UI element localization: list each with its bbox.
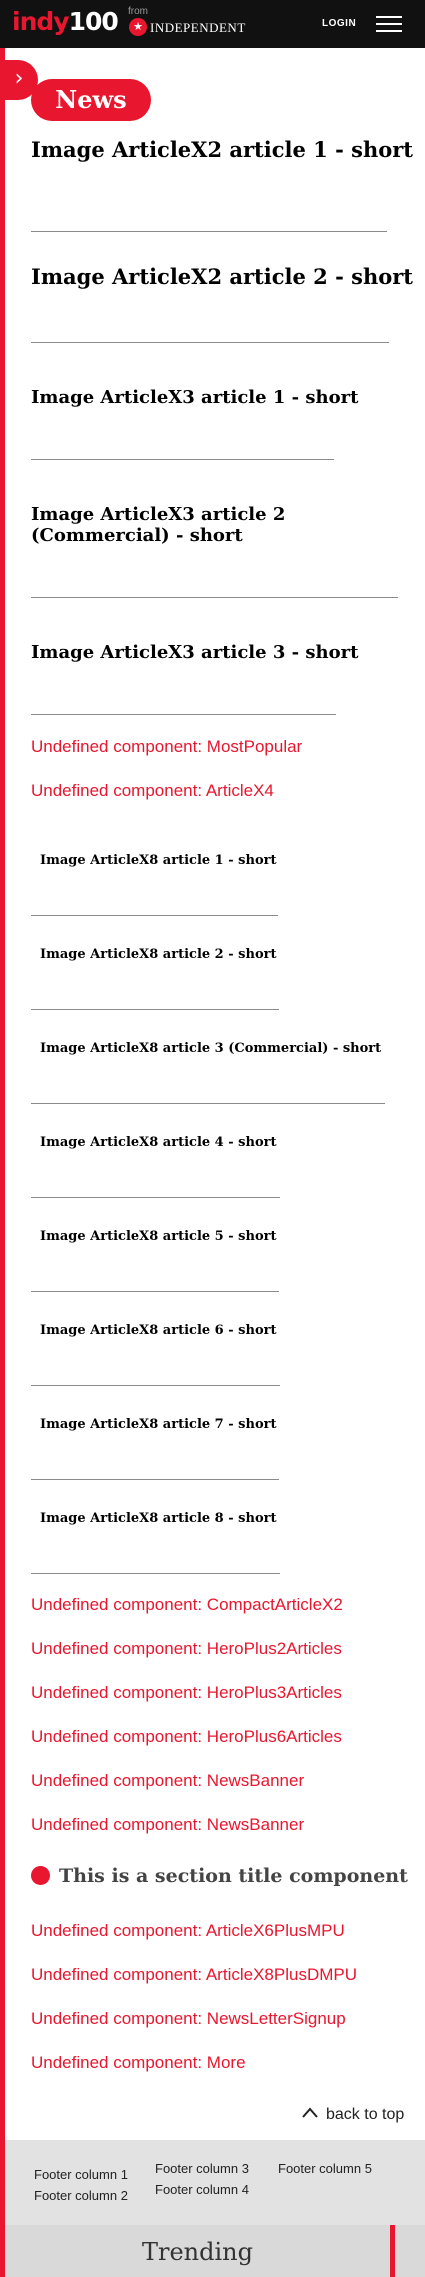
undefined-component-message: Undefined component: MostPopular: [31, 737, 303, 756]
article-title[interactable]: Image ArticleX3 article 2 (Commercial) -…: [31, 504, 331, 546]
divider: [31, 231, 387, 232]
undefined-component-message: Undefined component: HeroPlus3Articles: [31, 1683, 342, 1702]
section-title-dot-icon: [31, 1866, 50, 1885]
login-link[interactable]: LOGIN: [322, 18, 356, 30]
logo-number: 100: [68, 7, 119, 36]
article-title[interactable]: Image ArticleX3 article 1 - short: [31, 387, 358, 408]
footer-column-link[interactable]: Footer column 1: [34, 2167, 128, 2183]
divider: [31, 915, 278, 916]
divider: [31, 597, 398, 598]
footer-column-link[interactable]: Footer column 3: [155, 2161, 249, 2177]
article-title[interactable]: Image ArticleX8 article 5 - short: [40, 1229, 276, 1245]
article-title[interactable]: Image ArticleX2 article 2 - short: [31, 265, 413, 289]
article-title[interactable]: Image ArticleX8 article 1 - short: [40, 853, 276, 869]
article-title[interactable]: Image ArticleX8 article 6 - short: [40, 1323, 276, 1339]
undefined-component-message: Undefined component: NewsBanner: [31, 1815, 305, 1834]
left-accent-rail: [0, 48, 5, 2277]
section-title: This is a section title component: [59, 1865, 408, 1887]
article-title[interactable]: Image ArticleX8 article 7 - short: [40, 1417, 276, 1433]
hamburger-menu-icon[interactable]: [376, 15, 402, 33]
trending-label: Trending: [142, 2238, 253, 2266]
divider: [31, 1573, 280, 1574]
back-to-top-label: back to top: [326, 2106, 405, 2123]
chevron-right-icon: ›: [14, 66, 24, 91]
from-label: from: [128, 6, 148, 17]
independent-brand[interactable]: INDEPENDENT: [150, 20, 246, 36]
logo-text: indy: [12, 7, 70, 36]
section-pill-news[interactable]: News: [31, 79, 151, 121]
article-title[interactable]: Image ArticleX8 article 3 (Commercial) -…: [40, 1041, 381, 1057]
undefined-component-message: Undefined component: NewsBanner: [31, 1771, 305, 1790]
undefined-component-message: Undefined component: ArticleX8PlusDMPU: [31, 1965, 357, 1984]
footer-column-link[interactable]: Footer column 5: [278, 2161, 372, 2177]
undefined-component-message: Undefined component: CompactArticleX2: [31, 1595, 343, 1614]
trending-bar[interactable]: Trending: [5, 2225, 425, 2277]
site-footer: Footer column 1 Footer column 2 Footer c…: [5, 2140, 425, 2225]
divider: [31, 1103, 385, 1104]
undefined-component-message: Undefined component: More: [31, 2053, 246, 2072]
indy100-logo[interactable]: indy100: [12, 7, 119, 37]
undefined-component-message: Undefined component: ArticleX6PlusMPU: [31, 1921, 345, 1940]
footer-column-link[interactable]: Footer column 4: [155, 2182, 249, 2198]
article-title[interactable]: Image ArticleX2 article 1 - short: [31, 138, 413, 162]
independent-eagle-icon: ★: [129, 18, 147, 36]
footer-column-link[interactable]: Footer column 2: [34, 2188, 128, 2204]
article-title[interactable]: Image ArticleX8 article 2 - short: [40, 947, 276, 963]
divider: [31, 1479, 279, 1480]
article-title[interactable]: Image ArticleX8 article 4 - short: [40, 1135, 276, 1151]
divider: [31, 1197, 280, 1198]
article-title[interactable]: Image ArticleX8 article 8 - short: [40, 1511, 276, 1527]
undefined-component-message: Undefined component: HeroPlus2Articles: [31, 1639, 342, 1658]
trending-accent: [390, 2225, 395, 2277]
divider: [31, 1291, 279, 1292]
divider: [31, 714, 336, 715]
divider: [31, 459, 334, 460]
site-header: indy100 from ★ INDEPENDENT LOGIN: [0, 0, 425, 48]
divider: [31, 1009, 279, 1010]
article-title[interactable]: Image ArticleX3 article 3 - short: [31, 642, 358, 663]
chevron-up-icon: [300, 2103, 320, 2123]
divider: [31, 1385, 280, 1386]
undefined-component-message: Undefined component: ArticleX4: [31, 781, 274, 800]
divider: [31, 342, 389, 343]
undefined-component-message: Undefined component: HeroPlus6Articles: [31, 1727, 342, 1746]
undefined-component-message: Undefined component: NewsLetterSignup: [31, 2009, 346, 2028]
